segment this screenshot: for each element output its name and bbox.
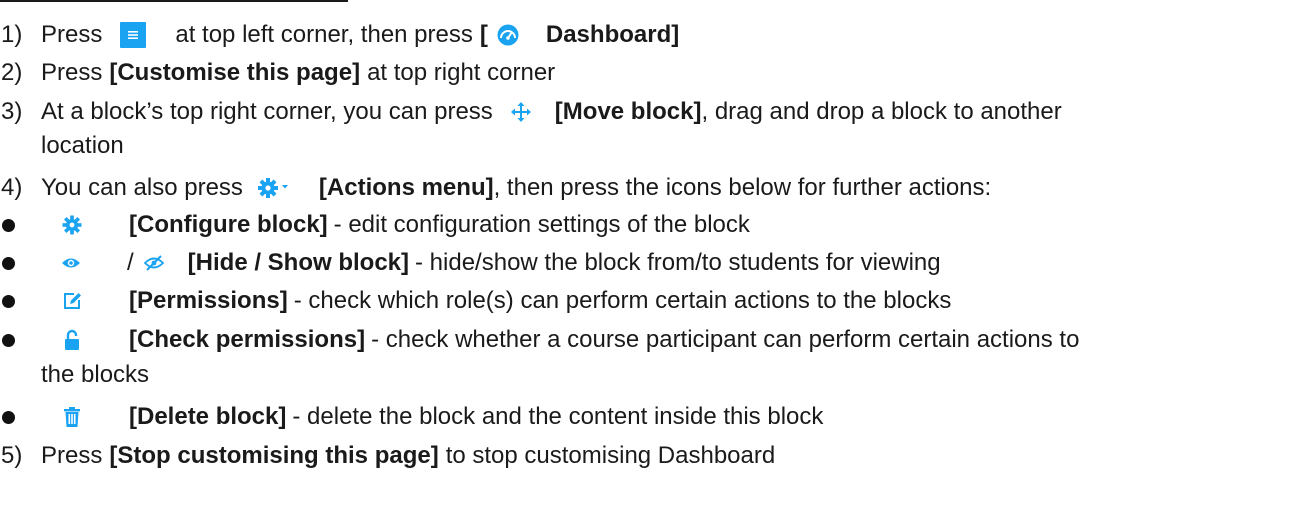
actions-menu-label: [Actions menu] bbox=[318, 174, 494, 201]
step-text: Press bbox=[41, 59, 103, 86]
step-4: 4) You can also press [Actions menu] , t… bbox=[0, 169, 991, 207]
step-text: At a block’s top right corner, you can p… bbox=[41, 98, 493, 125]
step-3: 3) At a block’s top right corner, you ca… bbox=[0, 93, 1062, 131]
dashboard-label: Dashboard] bbox=[545, 21, 680, 48]
trash-icon bbox=[15, 407, 129, 427]
bullet-dot bbox=[2, 256, 15, 270]
bullet-check-permissions-continued: the blocks bbox=[41, 356, 149, 394]
configure-block-label: [Configure block] bbox=[129, 211, 328, 238]
bullet-delete: [Delete block] - delete the block and th… bbox=[0, 398, 823, 436]
section-heading-underline bbox=[0, 0, 348, 2]
step-2: 2) Press [Customise this page] at top ri… bbox=[0, 54, 555, 92]
delete-block-label: [Delete block] bbox=[129, 403, 287, 430]
bullet-permissions: [Permissions] - check which role(s) can … bbox=[0, 282, 951, 320]
bullet-dot bbox=[2, 410, 15, 424]
step-number: 4) bbox=[1, 174, 23, 201]
bullet-configure: [Configure block] - edit configuration s… bbox=[0, 206, 750, 244]
step-text: Press bbox=[41, 21, 103, 48]
bullet-check-permissions: [Check permissions] - check whether a co… bbox=[0, 321, 1079, 359]
step-text: , then press the icons below for further… bbox=[493, 174, 992, 201]
bullet-text: - check which role(s) can perform certai… bbox=[293, 287, 952, 314]
gear-icon bbox=[15, 215, 129, 235]
bracket: [ bbox=[479, 21, 488, 48]
bullet-text: - delete the block and the content insid… bbox=[292, 403, 824, 430]
eye-slash-icon bbox=[134, 255, 174, 271]
bullet-dot bbox=[2, 294, 15, 308]
bullet-dot bbox=[2, 333, 15, 347]
move-block-label: [Move block] bbox=[554, 98, 702, 125]
gear-dropdown-icon bbox=[243, 177, 319, 199]
hide-show-block-label: [Hide / Show block] bbox=[187, 249, 410, 276]
menu-icon bbox=[102, 22, 163, 48]
step-text: , drag and drop a block to another bbox=[701, 98, 1062, 125]
step-number: 3) bbox=[1, 98, 23, 125]
bullet-dot bbox=[2, 218, 15, 232]
step-text: Press bbox=[41, 442, 103, 469]
step-text: at top left corner, then press bbox=[175, 21, 473, 48]
step-3-continued: location bbox=[41, 127, 124, 165]
bullet-text: - check whether a course participant can… bbox=[371, 326, 1080, 353]
eye-icon bbox=[15, 256, 127, 270]
step-1: 1) Press at top left corner, then press … bbox=[0, 16, 679, 54]
permissions-label: [Permissions] bbox=[129, 287, 288, 314]
step-text: at top right corner bbox=[367, 59, 556, 86]
customise-label: [Customise this page] bbox=[109, 59, 361, 86]
bullet-text: - edit configuration settings of the blo… bbox=[333, 211, 750, 238]
step-number: 1) bbox=[1, 21, 23, 48]
stop-customising-label: [Stop customising this page] bbox=[109, 442, 439, 469]
step-5: 5) Press [Stop customising this page] to… bbox=[0, 437, 775, 475]
step-text: location bbox=[41, 132, 124, 159]
step-number: 2) bbox=[1, 59, 23, 86]
bullet-text: - hide/show the block from/to students f… bbox=[415, 249, 941, 276]
move-icon bbox=[493, 102, 549, 122]
unlock-icon bbox=[15, 329, 129, 351]
step-number: 5) bbox=[1, 442, 23, 469]
step-text: to stop customising Dashboard bbox=[445, 442, 776, 469]
bullet-text: the blocks bbox=[41, 361, 150, 388]
separator: / bbox=[127, 249, 134, 276]
check-permissions-label: [Check permissions] bbox=[129, 326, 366, 353]
dashboard-icon bbox=[488, 24, 528, 46]
step-text: You can also press bbox=[41, 174, 243, 201]
edit-icon bbox=[15, 291, 129, 311]
bullet-hide-show: / [Hide / Show block] - hide/show the bl… bbox=[0, 244, 941, 282]
